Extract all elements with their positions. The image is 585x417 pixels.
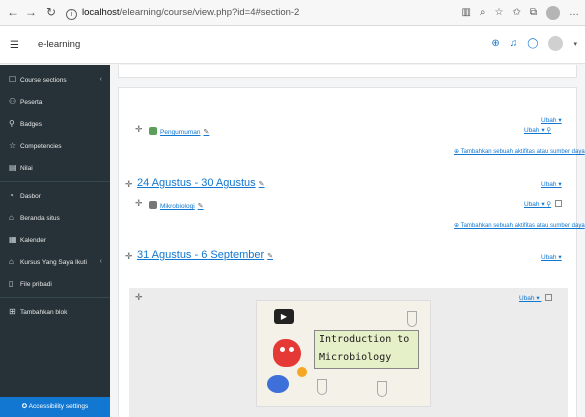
user-menu-chevron-icon[interactable]: ▾ [573,40,577,48]
section-edit-menu[interactable]: Ubah ▾ [541,116,562,124]
section-title[interactable]: 24 Agustus - 30 Agustus ✎ [137,177,265,189]
microbe-illustration [267,375,289,393]
move-icon[interactable]: ✛ [135,198,143,209]
previous-section-card [118,65,577,78]
more-icon[interactable]: … [569,7,579,18]
home-icon: ⌂ [9,213,14,222]
completion-checkbox[interactable] [555,200,563,207]
video-thumbnail[interactable]: ▶ Introduction to Microbiology [256,300,431,407]
square-icon: ☐ [9,75,17,84]
move-icon[interactable]: ✛ [135,124,143,135]
play-button-icon[interactable]: ▶ [274,309,294,324]
drawer-item-competencies[interactable]: ☆ Competencies [0,135,110,157]
drawer-item-peserta[interactable]: ⚇ Peserta [0,91,110,113]
back-icon[interactable]: ← [4,3,22,21]
table-icon: ▤ [9,163,17,172]
user-icon[interactable]: ⚲ [546,127,551,134]
flask-illustration [317,379,327,395]
site-brand[interactable]: e-learning [38,39,80,50]
microbe-illustration [297,367,307,377]
badge-icon: ⚲ [9,119,15,128]
navbar-icons: ⊕ ♫ ◯ ▾ [491,36,577,51]
plus-circle-icon: ⊕ [454,149,460,155]
course-sections-card: Ubah ▾ ✛ Pengumuman ✎ Ubah ▾ ⚲ ⊕ Tambahka… [118,87,585,417]
browser-profile-avatar[interactable] [546,5,560,20]
activity-edit-menu[interactable]: Ubah ▾ ⚲ [524,200,563,208]
folder-icon [149,201,157,209]
edit-pencil-icon[interactable]: ✎ [203,129,209,136]
drawer-item-beranda-situs[interactable]: ⌂ Beranda situs [0,207,110,229]
activity-edit-menu[interactable]: Ubah ▾ ⚲ [524,126,551,134]
section-edit-menu[interactable]: Ubah ▾ [541,180,562,188]
user-avatar[interactable] [548,36,564,51]
section-edit-menu[interactable]: Ubah ▾ [541,253,562,261]
file-icon: ▯ [9,279,14,288]
accessibility-settings-button[interactable]: ✪ Accessibility settings [0,397,110,417]
section-title[interactable]: 31 Agustus - 6 September ✎ [137,249,273,261]
flask-illustration [377,381,387,397]
url-host: localhost [82,7,120,18]
drawer-item-file-pribadi[interactable]: ▯ File pribadi [0,273,110,295]
notification-bell-icon[interactable]: ♫ [510,38,518,49]
language-globe-icon[interactable]: ⊕ [491,38,499,49]
drawer-item-nilai[interactable]: ▤ Nilai [0,157,110,179]
activity-link-mikrobiologi[interactable]: Mikrobiologi ✎ [149,201,204,210]
drawer-item-tambahkan-blok[interactable]: ⊞ Tambahkan blok [0,301,110,323]
zoom-icon[interactable]: ⌕ [480,7,486,18]
url-path: /elearning/course/view.php?id=4#section-… [119,7,300,18]
reload-icon[interactable]: ↻ [42,3,60,21]
favorite-star-icon[interactable]: ☆ [495,7,504,18]
drawer-item-course-sections[interactable]: ☐ Course sections ‹ [0,69,110,91]
site-navbar: ☰ e-learning ⊕ ♫ ◯ ▾ [0,27,585,64]
label-activity: ✛ Ubah ▾ ▶ Introduction to Microbiology [129,288,568,417]
chevron-left-icon: ‹ [99,258,102,265]
users-icon: ⚇ [9,97,17,106]
drawer-item-kursus[interactable]: ⌂ Kursus Yang Saya Ikuti ‹ [0,251,110,273]
move-icon[interactable]: ✛ [125,179,133,190]
move-icon[interactable]: ✛ [135,292,143,303]
browser-toolbar: ← → ↻ i localhost/elearning/course/view.p… [0,0,585,26]
browser-actions: ▥ ⌕ ☆ ✩ ⧉ … [461,3,579,22]
graduation-cap-icon: ⌂ [9,257,14,266]
video-title-card: Introduction to Microbiology [314,330,419,369]
calendar-icon: ▦ [9,235,17,244]
drawer-divider [0,181,110,182]
plus-circle-icon: ⊕ [454,223,460,229]
edit-pencil-icon[interactable]: ✎ [259,181,265,188]
nav-drawer: ☐ Course sections ‹ ⚇ Peserta ⚲ Badges ☆ Com… [0,65,110,417]
plus-square-icon: ⊞ [9,307,16,316]
forum-icon [149,127,157,135]
dashboard-icon: ◔ [9,191,14,200]
star-icon: ☆ [9,141,17,150]
browser-window: ← → ↻ i localhost/elearning/course/view.p… [0,0,585,417]
completion-checkbox[interactable] [545,294,553,301]
reader-view-icon[interactable]: ▥ [461,7,470,18]
user-icon[interactable]: ⚲ [546,201,551,208]
messages-icon[interactable]: ◯ [527,38,538,49]
microbe-illustration [273,339,301,367]
edit-pencil-icon[interactable]: ✎ [198,203,204,210]
info-icon[interactable]: i [66,9,77,20]
address-bar[interactable]: i localhost/elearning/course/view.php?id=… [66,3,486,22]
collections-icon[interactable]: ⧉ [530,7,537,18]
move-icon[interactable]: ✛ [125,251,133,262]
accessibility-icon: ✪ [21,403,28,410]
add-activity-link[interactable]: ⊕ Tambahkan sebuah aktifitas atau sumber… [454,222,585,229]
drawer-divider [0,297,110,298]
activity-link-pengumuman[interactable]: Pengumuman ✎ [149,127,209,136]
edit-pencil-icon[interactable]: ✎ [267,253,273,260]
forward-icon[interactable]: → [22,3,40,21]
drawer-item-kalender[interactable]: ▦ Kalender [0,229,110,251]
drawer-item-dasbor[interactable]: ◔ Dasbor [0,185,110,207]
activity-edit-menu[interactable]: Ubah ▾ [519,294,553,302]
favorites-icon[interactable]: ✩ [512,7,520,18]
hamburger-menu-icon[interactable]: ☰ [10,40,19,51]
flask-illustration [407,311,417,327]
drawer-item-badges[interactable]: ⚲ Badges [0,113,110,135]
chevron-left-icon: ‹ [99,76,102,83]
course-content: Ubah ▾ ✛ Pengumuman ✎ Ubah ▾ ⚲ ⊕ Tambahka… [110,65,585,417]
add-activity-link[interactable]: ⊕ Tambahkan sebuah aktifitas atau sumber… [454,148,585,155]
